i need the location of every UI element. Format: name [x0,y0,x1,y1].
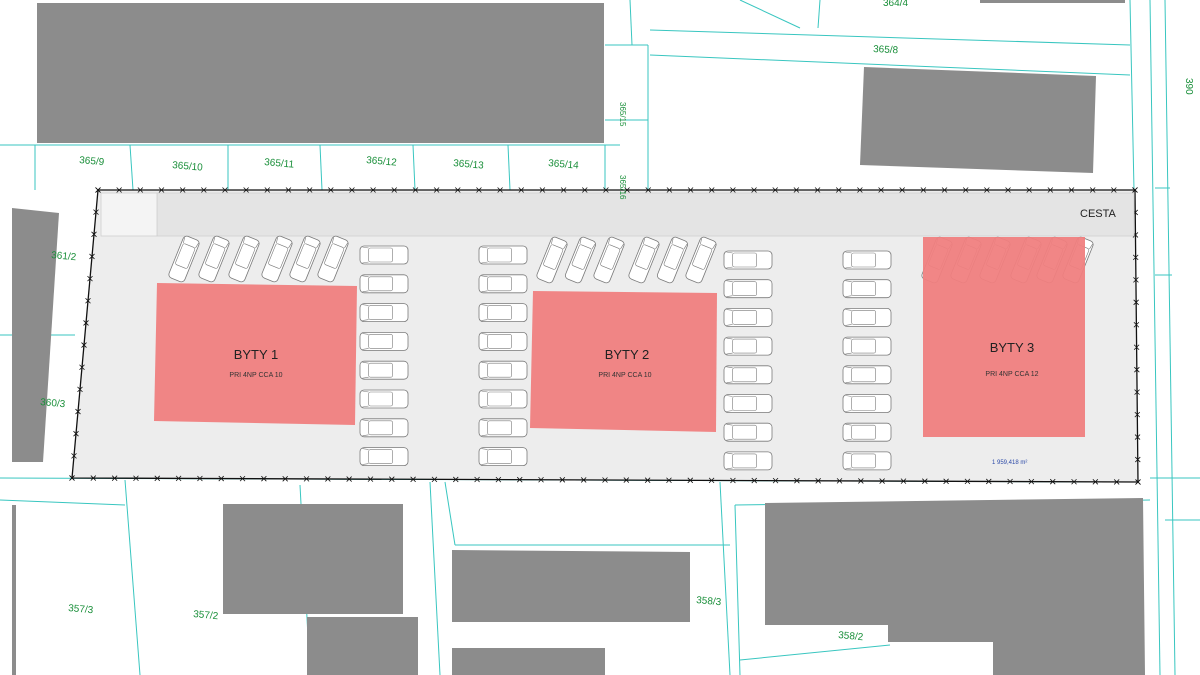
building-byty-3[interactable]: BYTY 3 PRI 4NP CCA 12 [923,237,1085,437]
parked-car [359,447,409,467]
parked-car [478,303,528,323]
parcel-label: 365/12 [366,155,398,169]
parked-car [478,418,528,438]
parked-car [723,307,773,327]
parked-car [359,245,409,265]
building-byty-1[interactable]: BYTY 1 PRI 4NP CCA 10 [154,283,357,425]
building-title: BYTY 3 [990,340,1035,355]
parked-car [842,394,892,413]
parcel-label: 365/8 [873,44,899,56]
parked-car [723,422,773,442]
parcel-label: 357/2 [193,609,219,622]
site-area-label: 1 959,418 m² [992,460,1027,466]
parked-car [842,422,892,442]
parked-car [842,250,892,270]
parked-car [359,274,409,294]
parked-car [842,279,892,299]
road-strip [156,192,1135,237]
parcel-label: 365/9 [79,155,105,168]
parked-car [359,360,409,380]
parked-car [478,245,528,265]
parked-car [723,279,773,299]
parked-car [842,451,892,471]
parcel-label: 365/14 [548,158,580,172]
parked-car [478,389,528,409]
parcel-label: 360/3 [40,397,66,410]
parked-car [723,365,773,385]
parcel-label: 365/13 [453,158,485,172]
parcel-label: 364/4 [883,0,908,9]
parked-car [478,274,528,294]
parked-car [359,418,409,438]
parked-car [478,331,528,351]
building-subtitle: PRI 4NP CCA 12 [985,371,1038,378]
building-subtitle: PRI 4NP CCA 10 [598,372,651,379]
parked-car [842,336,892,356]
parcel-label: 357/3 [68,603,94,616]
parcel-label: 365/11 [264,157,295,171]
parcel-label: 361/2 [51,250,77,263]
road-label: CESTA [1080,208,1117,220]
parked-car [842,307,892,327]
parked-car [478,447,528,467]
parked-car [723,250,773,270]
parcel-label: 365/15 [618,102,627,127]
entry-box [100,192,158,237]
parked-car [842,365,892,385]
parked-car [723,451,773,471]
parcel-label: 365/10 [172,160,204,174]
parked-car [359,303,409,323]
parked-car [723,394,773,413]
building-subtitle: PRI 4NP CCA 10 [229,372,282,379]
building-title: BYTY 2 [605,347,650,362]
parked-car [359,389,409,409]
parked-car [359,331,409,351]
parcel-label: 358/2 [838,630,864,643]
building-byty-2[interactable]: BYTY 2 PRI 4NP CCA 10 [530,291,717,432]
building-footprint [923,237,1085,437]
parcel-label: 358/3 [696,595,722,608]
parcel-label: 390 [1183,78,1194,95]
parked-car [478,360,528,380]
site-plan: CESTA BYTY 1 PRI 4NP CCA 10 BYTY 2 PRI 4… [0,0,1200,675]
building-title: BYTY 1 [234,347,279,362]
parked-car [723,336,773,356]
parcel-label: 365/16 [618,175,627,200]
